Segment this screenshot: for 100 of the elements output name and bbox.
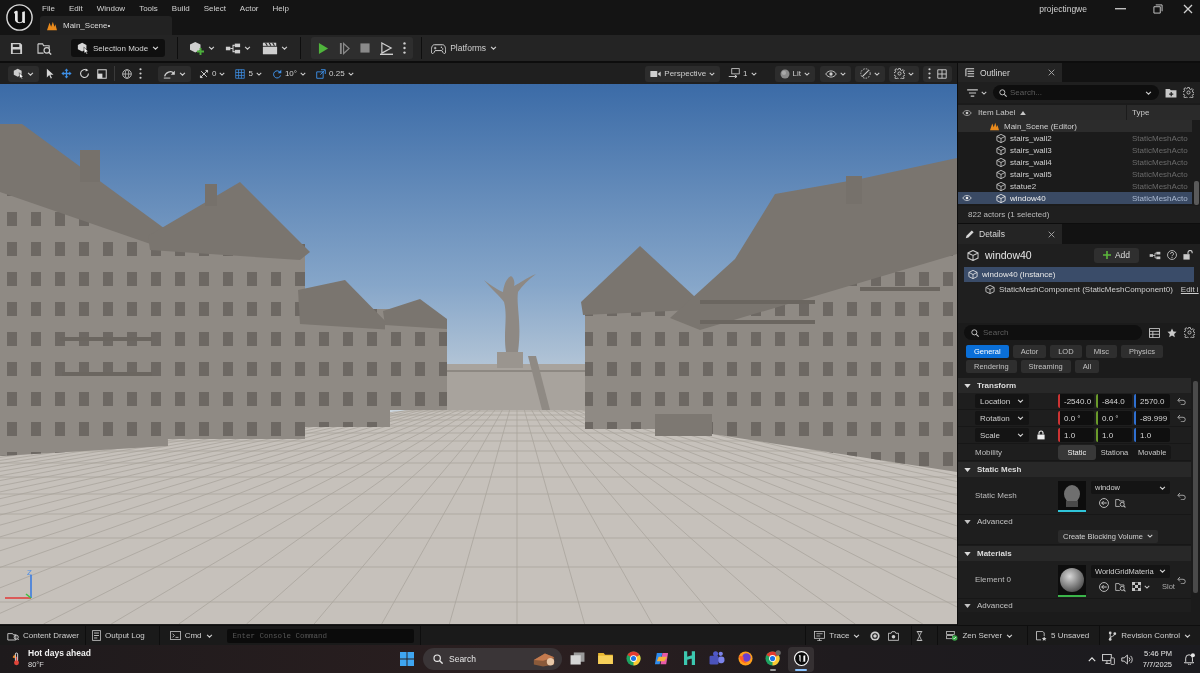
node-graph-icon[interactable] <box>1149 250 1161 260</box>
column-header[interactable]: Type <box>1127 105 1200 120</box>
number-field[interactable]: 2570.0 <box>1134 394 1170 408</box>
menu-item[interactable]: Actor <box>232 4 266 13</box>
snap-dropdown[interactable]: 0 <box>197 65 228 82</box>
section-header[interactable]: Transform <box>958 378 1191 393</box>
speaker-icon[interactable] <box>1120 653 1133 665</box>
u-logo-icon[interactable] <box>5 4 33 31</box>
content-drawer-button[interactable]: Content Drawer <box>0 626 86 645</box>
details-tab[interactable]: Details <box>958 224 1062 244</box>
section-header[interactable]: Static Mesh <box>958 462 1191 477</box>
menu-item[interactable]: File <box>35 4 62 13</box>
number-field[interactable]: 1.0 <box>1058 428 1094 442</box>
cinematics-dropdown[interactable] <box>262 39 289 57</box>
outliner-row[interactable]: stairs_wall4 StaticMeshActo <box>958 156 1192 168</box>
close-icon[interactable] <box>1048 69 1055 76</box>
property-dropdown[interactable]: Rotation <box>975 411 1029 425</box>
reset-icon[interactable] <box>1177 491 1186 500</box>
network-icon[interactable] <box>1101 653 1115 665</box>
menu-item[interactable]: Tools <box>132 4 165 13</box>
save-icon[interactable] <box>10 41 23 55</box>
show-flags-dropdown[interactable] <box>855 65 885 82</box>
snap-dropdown[interactable]: 10° <box>269 65 308 82</box>
settings-icon[interactable] <box>1184 327 1195 338</box>
number-field[interactable]: 1.0 <box>1134 428 1170 442</box>
number-field[interactable]: -844.0 <box>1096 394 1132 408</box>
eye-icon[interactable] <box>962 195 972 201</box>
reset-icon[interactable] <box>1177 414 1186 422</box>
view-mode-dropdown[interactable]: Lit <box>774 65 815 82</box>
outliner-row[interactable]: statue2 StaticMeshActo <box>958 180 1192 192</box>
snap-dropdown[interactable]: 5 <box>233 65 264 82</box>
layout-button[interactable] <box>923 65 952 82</box>
add-actor-dropdown[interactable] <box>189 39 216 57</box>
component-row[interactable]: window40 (Instance) <box>964 267 1194 282</box>
search-field[interactable]: Search <box>423 648 562 670</box>
number-field[interactable]: 0.0 ° <box>1096 411 1132 425</box>
bell-icon[interactable] <box>1184 653 1195 665</box>
outliner-row[interactable]: stairs_wall5 StaticMeshActo <box>958 168 1192 180</box>
table-icon[interactable] <box>1149 327 1160 338</box>
more-icon[interactable] <box>403 42 407 54</box>
property-dropdown[interactable]: Scale <box>975 428 1029 442</box>
add-button[interactable]: Add <box>1093 247 1139 263</box>
settings-icon[interactable] <box>1183 87 1194 98</box>
surface-snap-dropdown[interactable] <box>158 65 191 82</box>
folder-search-icon[interactable] <box>1115 581 1126 592</box>
more-icon[interactable] <box>139 68 142 79</box>
selection-mode-dropdown[interactable]: Selection Mode <box>71 39 166 57</box>
play-icon[interactable] <box>318 41 330 55</box>
settings-dropdown[interactable] <box>889 65 919 82</box>
menu-item[interactable]: Edit <box>61 4 90 13</box>
snap-dropdown[interactable]: 0.25 <box>314 65 356 82</box>
number-field[interactable]: 1.0 <box>1096 428 1132 442</box>
arrow-circle-icon[interactable] <box>1099 498 1109 508</box>
eject-icon[interactable] <box>380 41 394 55</box>
taskbar-app-button[interactable] <box>788 646 814 672</box>
outliner-row[interactable]: window40 StaticMeshActo <box>958 192 1192 204</box>
search-field[interactable]: Search <box>964 325 1142 340</box>
outliner-row[interactable]: Main_Scene (Editor) <box>958 120 1192 132</box>
camera-speed-dropdown[interactable]: 1 <box>726 65 759 82</box>
outliner-tab[interactable]: Outliner <box>958 63 1062 82</box>
edit-link[interactable]: Edit i <box>1180 285 1199 294</box>
outliner-row[interactable]: stairs_wall3 StaticMeshActo <box>958 144 1192 156</box>
lock-icon[interactable] <box>1037 430 1045 440</box>
unsaved-button[interactable]: 5 Unsaved <box>1028 626 1096 645</box>
number-field[interactable]: -89.999 <box>1134 411 1170 425</box>
menu-item[interactable]: Help <box>265 4 296 13</box>
camera-icon[interactable] <box>888 630 900 641</box>
section-header[interactable]: Materials <box>958 546 1191 561</box>
filter-dropdown[interactable] <box>967 88 987 97</box>
folder-plus-icon[interactable] <box>1165 87 1177 98</box>
revision-control-dropdown[interactable]: Revision Control <box>1100 626 1200 645</box>
number-field[interactable]: -2540.0 <box>1058 394 1094 408</box>
select-mode-dropdown[interactable] <box>8 65 39 82</box>
arrow-circle-icon[interactable] <box>1099 581 1109 592</box>
scrollbar-thumb[interactable] <box>1194 181 1199 205</box>
hourglass-icon[interactable] <box>916 630 924 641</box>
zen-server-dropdown[interactable]: Zen Server <box>938 626 1020 645</box>
rotate-icon[interactable] <box>79 68 90 79</box>
stop-icon[interactable] <box>360 43 371 53</box>
arrow-cursor-icon[interactable] <box>46 68 54 79</box>
menu-item[interactable]: Select <box>196 4 233 13</box>
close-icon[interactable] <box>1048 230 1055 238</box>
folder-search-icon[interactable] <box>1115 498 1126 508</box>
menu-item[interactable]: Build <box>164 4 197 13</box>
projection-dropdown[interactable]: Perspective <box>645 65 721 82</box>
search-field[interactable]: Search... <box>993 85 1159 100</box>
star-icon[interactable] <box>1167 327 1177 338</box>
property-dropdown[interactable]: Location <box>975 394 1029 408</box>
level-tab[interactable]: Main_Scene• <box>40 16 172 35</box>
platforms-dropdown[interactable]: Platforms <box>431 39 498 57</box>
move-icon[interactable] <box>61 68 72 79</box>
record-icon[interactable] <box>870 630 881 641</box>
reset-icon[interactable] <box>1177 575 1186 584</box>
cmd-dropdown[interactable]: Cmd <box>163 626 219 645</box>
scale-icon[interactable] <box>97 68 107 79</box>
step-icon[interactable] <box>339 41 351 55</box>
lock-icon[interactable] <box>1183 250 1193 260</box>
show-dropdown[interactable] <box>820 65 851 82</box>
trace-dropdown[interactable]: Trace <box>806 626 867 645</box>
output-log-button[interactable]: Output Log <box>86 626 151 645</box>
